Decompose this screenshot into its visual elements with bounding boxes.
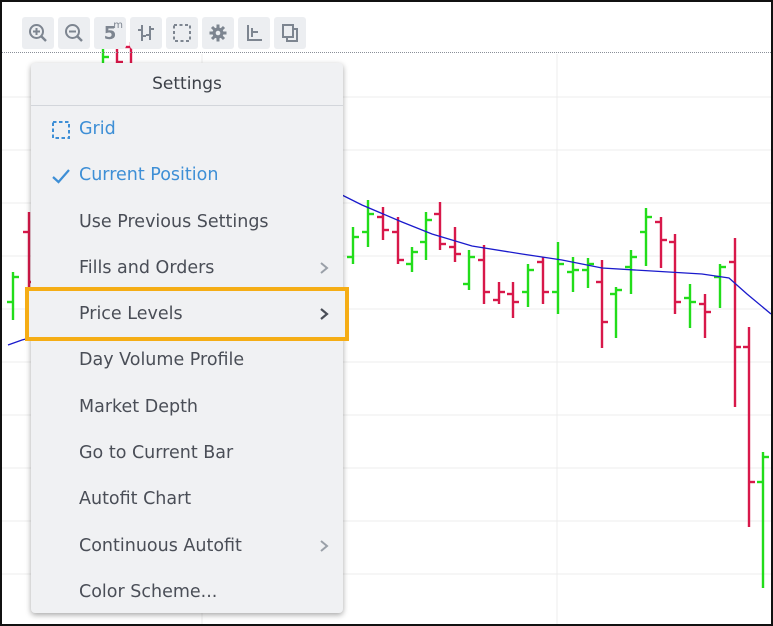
menu-item-continuous-autofit[interactable]: Continuous Autofit xyxy=(31,523,343,569)
menu-item-day-volume-profile[interactable]: Day Volume Profile xyxy=(31,337,343,383)
menu-item-go-to-current-bar[interactable]: Go to Current Bar xyxy=(31,430,343,476)
zoom-out-button[interactable] xyxy=(58,17,90,49)
menu-item-label: Continuous Autofit xyxy=(79,535,242,556)
menu-item-label: Use Previous Settings xyxy=(79,211,269,232)
gear-icon xyxy=(209,24,227,42)
menu-item-fills-and-orders[interactable]: Fills and Orders xyxy=(31,245,343,291)
chevron-right-icon xyxy=(320,262,329,274)
menu-item-label: Market Depth xyxy=(79,396,199,417)
zoom-in-icon xyxy=(29,24,47,42)
menu-item-label: Go to Current Bar xyxy=(79,443,234,464)
zoom-out-icon xyxy=(65,24,83,42)
menu-item-label: Grid xyxy=(79,119,116,139)
menu-item-autofit-chart[interactable]: Autofit Chart xyxy=(31,476,343,522)
menu-item-label: Current Position xyxy=(79,165,219,186)
menu-item-label: Autofit Chart xyxy=(79,489,192,510)
settings-menu: Settings Grid Current Position Use Previ… xyxy=(25,63,349,615)
toolbar-divider xyxy=(2,52,771,53)
menu-item-color-scheme[interactable]: Color Scheme... xyxy=(31,569,343,615)
chevron-right-icon xyxy=(320,539,329,552)
menu-item-price-levels[interactable]: Price Levels xyxy=(25,287,349,342)
timeframe-unit: m xyxy=(113,20,123,31)
layout-icon xyxy=(282,24,298,42)
align-button[interactable] xyxy=(238,17,270,49)
menu-item-label: Day Volume Profile xyxy=(79,350,245,371)
bar-type-icon xyxy=(138,25,154,41)
chevron-right-icon xyxy=(320,308,329,321)
menu-item-label: Color Scheme... xyxy=(79,581,218,602)
bar-type-button[interactable] xyxy=(130,17,162,49)
chart-toolbar: 5 m xyxy=(22,16,306,50)
grid-icon xyxy=(52,121,70,139)
timeframe-button[interactable]: 5 m xyxy=(94,17,126,49)
menu-title: Settings xyxy=(31,63,343,106)
menu-item-current-position[interactable]: Current Position xyxy=(31,152,343,198)
selection-button[interactable] xyxy=(166,17,198,49)
menu-item-market-depth[interactable]: Market Depth xyxy=(31,384,343,430)
layout-button[interactable] xyxy=(274,17,306,49)
chart-window: 5 m Settings Grid Current Position Use P… xyxy=(0,0,773,626)
menu-item-grid[interactable]: Grid xyxy=(31,106,343,152)
zoom-in-button[interactable] xyxy=(22,17,54,49)
menu-item-use-previous-settings[interactable]: Use Previous Settings xyxy=(31,199,343,245)
menu-item-label: Fills and Orders xyxy=(79,257,215,278)
check-icon xyxy=(52,169,70,184)
selection-icon xyxy=(173,24,191,42)
menu-item-label: Price Levels xyxy=(79,304,183,325)
settings-button[interactable] xyxy=(202,17,234,49)
align-icon xyxy=(247,25,262,41)
